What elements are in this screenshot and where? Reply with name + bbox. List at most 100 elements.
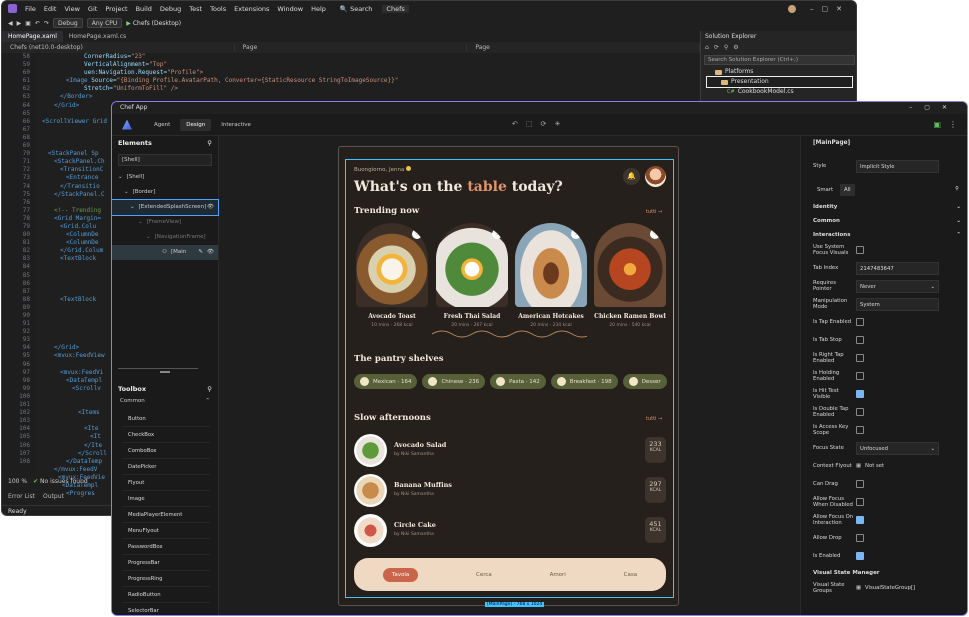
- select-icon[interactable]: ⬚: [526, 120, 533, 128]
- slow-see-all[interactable]: tutti →: [646, 416, 662, 422]
- refresh-icon[interactable]: ⟳: [541, 120, 547, 128]
- trending-see-all[interactable]: tutti →: [646, 209, 662, 215]
- prop-value[interactable]: VisualStateGroup[]: [865, 585, 915, 591]
- tree-node-shell[interactable]: ⌄ [Shell]: [112, 170, 218, 185]
- tree-item-presentation[interactable]: Presentation: [706, 76, 853, 88]
- eye-icon[interactable]: 👁: [207, 245, 214, 260]
- menu-git[interactable]: Git: [84, 5, 101, 13]
- menu-tools[interactable]: Tools: [206, 5, 230, 13]
- scope-select[interactable]: [Shell]: [118, 154, 212, 166]
- tree-item-cookbookmodel[interactable]: C# CookbookModel.cs: [701, 87, 856, 97]
- menu-debug[interactable]: Debug: [156, 5, 185, 13]
- heart-icon[interactable]: ♡: [492, 229, 502, 239]
- eye-icon[interactable]: 👁: [207, 200, 214, 215]
- tree-node-extended-splash[interactable]: ⌄ [ExtendedSplashScreen] 👁: [112, 199, 219, 216]
- toolbox-item-radiobutton[interactable]: RadioButton: [122, 588, 210, 603]
- dish-card-hotcakes[interactable]: ♡: [515, 223, 587, 307]
- dish-name[interactable]: American Hotcakes: [509, 313, 593, 320]
- search-icon[interactable]: ⚲: [955, 186, 959, 192]
- tree-node-border[interactable]: ⌄ [Border]: [112, 185, 218, 200]
- toolbox-item-flyout[interactable]: Flyout: [122, 476, 210, 491]
- config-select[interactable]: Debug: [52, 18, 83, 28]
- pantry-chip[interactable]: Desser: [622, 374, 667, 389]
- heart-icon[interactable]: ♡: [650, 229, 660, 239]
- search-box[interactable]: 🔍 Search: [336, 5, 377, 13]
- prop-value[interactable]: Not set: [865, 463, 884, 469]
- dish-name[interactable]: Fresh Thai Salad: [430, 313, 514, 320]
- redo-icon[interactable]: ↷: [44, 20, 49, 27]
- window-controls[interactable]: –▢✕: [909, 102, 959, 114]
- dish-card-ramen[interactable]: ♡: [594, 223, 666, 307]
- nav-tavola[interactable]: Tavola: [382, 567, 419, 582]
- nav-casa[interactable]: Casa: [624, 572, 637, 578]
- nav-project[interactable]: Chefs (net10.0-desktop): [2, 44, 235, 51]
- prop-checkbox[interactable]: [856, 498, 864, 506]
- pantry-chip[interactable]: Mexican · 164: [354, 374, 418, 389]
- filter-icon[interactable]: ⚲: [724, 44, 728, 51]
- heart-icon[interactable]: ♡: [571, 229, 581, 239]
- window-controls[interactable]: –▢✕: [810, 5, 850, 13]
- undo-icon[interactable]: ↶: [35, 20, 40, 27]
- panel-splitter[interactable]: [118, 368, 198, 369]
- tab-homepage-xaml-cs[interactable]: HomePage.xaml.cs: [63, 31, 132, 42]
- prop-checkbox[interactable]: [856, 552, 864, 560]
- toolbox-item-datepicker[interactable]: DatePicker: [122, 460, 210, 475]
- menu-window[interactable]: Window: [273, 5, 307, 13]
- profile-avatar[interactable]: [645, 166, 666, 187]
- dish-card-avocado-toast[interactable]: ♡: [356, 223, 428, 307]
- tab-interactive[interactable]: Interactive: [215, 119, 257, 131]
- slow-item[interactable]: Avocado Salad by Niki Samantha 233 KCAL: [354, 434, 666, 468]
- toolbox-item-selectorbar[interactable]: SelectorBar: [122, 604, 210, 615]
- prop-checkbox[interactable]: [856, 336, 864, 344]
- toolbox-item-mediaplayerelement[interactable]: MediaPlayerElement: [122, 508, 210, 523]
- menu-build[interactable]: Build: [132, 5, 156, 13]
- nav-type[interactable]: Page: [235, 44, 468, 51]
- home-icon[interactable]: ⌂: [705, 44, 709, 51]
- theme-icon[interactable]: ☀: [554, 120, 560, 128]
- slow-item[interactable]: Circle Cake by Niki Samantha 451 KCAL: [354, 514, 666, 548]
- run-button[interactable]: ▶ Chefs (Desktop): [126, 20, 181, 27]
- toolbox-item-progressring[interactable]: ProgressRing: [122, 572, 210, 587]
- edit-icon[interactable]: ✎: [198, 245, 203, 260]
- menu-test[interactable]: Test: [185, 5, 206, 13]
- prop-checkbox[interactable]: [856, 426, 864, 434]
- menu-edit[interactable]: Edit: [40, 5, 61, 13]
- sync-icon[interactable]: ⟳: [714, 44, 719, 51]
- toolbox-item-image[interactable]: Image: [122, 492, 210, 507]
- tab-agent[interactable]: Agent: [148, 119, 176, 131]
- splitter-grip[interactable]: [160, 371, 170, 373]
- account-avatar[interactable]: [788, 4, 796, 13]
- prop-input[interactable]: 2147483647: [856, 261, 939, 275]
- tab-design[interactable]: Design: [180, 118, 212, 131]
- prop-checkbox[interactable]: [856, 372, 864, 380]
- tab-all[interactable]: All: [840, 184, 855, 196]
- menu-help[interactable]: Help: [307, 5, 330, 13]
- toolbox-item-checkbox[interactable]: CheckBox: [122, 428, 210, 443]
- tab-smart[interactable]: Smart: [813, 184, 837, 196]
- panel-toggle-icon[interactable]: ▣: [933, 120, 941, 129]
- tree-item-platforms[interactable]: Platforms: [701, 67, 856, 77]
- zoom-level[interactable]: 100 %: [8, 478, 27, 485]
- main-page-root[interactable]: Buongiorno, Jenna What's on the table to…: [345, 159, 674, 598]
- toolbox-item-combobox[interactable]: ComboBox: [122, 444, 210, 459]
- nav-member[interactable]: Page: [467, 44, 701, 51]
- style-value[interactable]: Implicit Style: [856, 159, 939, 173]
- heart-icon[interactable]: ♡: [412, 229, 422, 239]
- toolbox-section-header[interactable]: Common ⌃: [112, 398, 218, 404]
- pantry-chip[interactable]: Breakfast · 198: [550, 374, 618, 389]
- tree-node-frameview[interactable]: ⌄ [FrameView]: [112, 215, 218, 230]
- dish-name[interactable]: Avocado Toast: [350, 313, 434, 320]
- search-icon[interactable]: ⚲: [207, 139, 212, 147]
- prop-checkbox[interactable]: [856, 516, 864, 524]
- back-icon[interactable]: ◀: [8, 20, 13, 27]
- more-icon[interactable]: ⋮: [949, 120, 957, 129]
- prop-checkbox[interactable]: [856, 318, 864, 326]
- prop-select[interactable]: Never ⌄: [856, 279, 939, 293]
- toolbox-item-passwordbox[interactable]: PasswordBox: [122, 540, 210, 555]
- vs-logo-icon[interactable]: [8, 4, 17, 13]
- section-identity[interactable]: Identity ⌄: [801, 200, 967, 214]
- menu-file[interactable]: File: [21, 5, 40, 13]
- dish-name[interactable]: Chicken Ramen Bowl: [588, 313, 672, 320]
- forward-icon[interactable]: ▶: [17, 20, 22, 27]
- save-icon[interactable]: ▣: [25, 20, 31, 27]
